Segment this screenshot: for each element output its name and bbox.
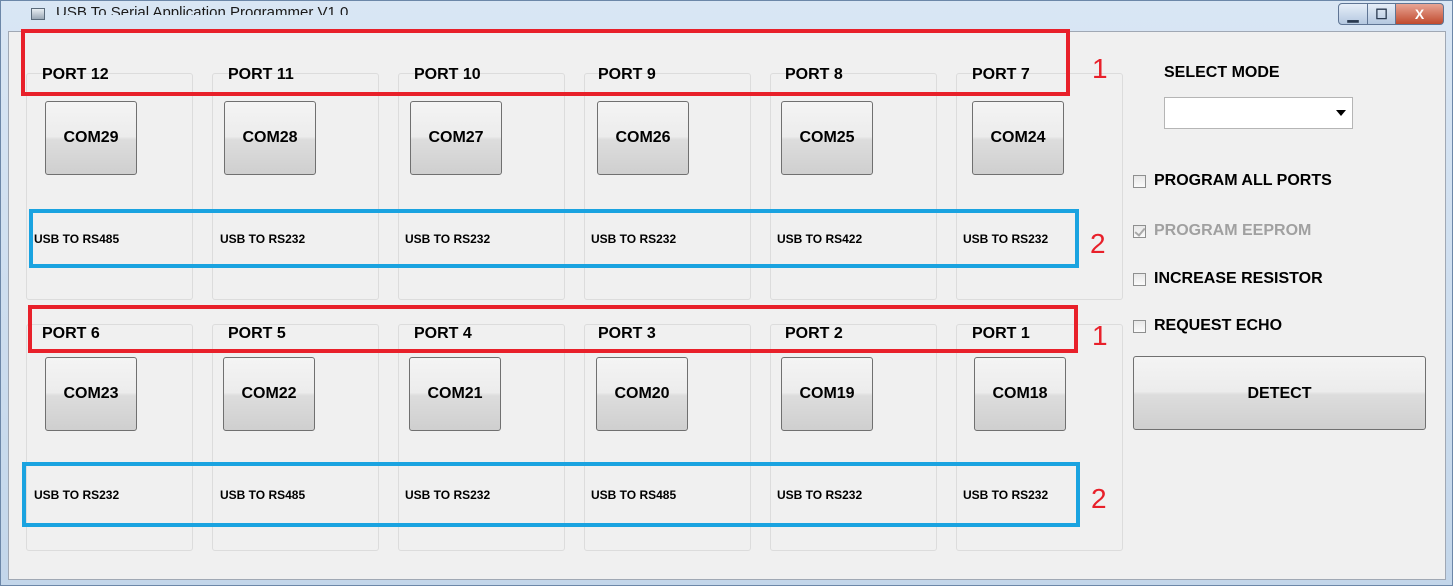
- checkbox-box[interactable]: [1133, 319, 1146, 333]
- select-mode-label: SELECT MODE: [1164, 64, 1280, 81]
- client-area: PORT 12 PORT 11 PORT 10 PORT 9 PORT 8 PO…: [8, 29, 1446, 580]
- checkbox-label: PROGRAM ALL PORTS: [1154, 172, 1332, 189]
- com-button[interactable]: COM26: [597, 101, 689, 175]
- chevron-down-icon: [1336, 110, 1346, 116]
- checkbox-box[interactable]: [1133, 174, 1146, 188]
- request-echo-checkbox[interactable]: REQUEST ECHO: [1133, 317, 1282, 335]
- com-button[interactable]: COM22: [223, 357, 315, 431]
- com-button[interactable]: COM24: [972, 101, 1064, 175]
- com-button[interactable]: COM20: [596, 357, 688, 431]
- window-title: USB To Serial Application Programmer V1.…: [56, 4, 349, 15]
- annotation-box-port-labels-bottom: [28, 305, 1078, 353]
- increase-resistor-checkbox[interactable]: INCREASE RESISTOR: [1133, 270, 1323, 288]
- maximize-button[interactable]: ☐: [1368, 3, 1396, 25]
- com-button[interactable]: COM28: [224, 101, 316, 175]
- com-button[interactable]: COM21: [409, 357, 501, 431]
- window-controls: ▁ ☐ X: [1338, 3, 1444, 25]
- annotation-box-types-bottom: [22, 462, 1080, 527]
- checkbox-box: [1133, 224, 1146, 238]
- annotation-number: 2: [1091, 483, 1107, 514]
- app-window: USB To Serial Application Programmer V1.…: [0, 0, 1453, 586]
- annotation-box-port-labels-top: [21, 29, 1070, 96]
- annotation-box-types-top: [29, 209, 1079, 268]
- minimize-button[interactable]: ▁: [1338, 3, 1368, 25]
- title-bar[interactable]: USB To Serial Application Programmer V1.…: [1, 1, 1452, 31]
- com-button[interactable]: COM27: [410, 101, 502, 175]
- annotation-number: 1: [1092, 53, 1108, 84]
- checkbox-box[interactable]: [1133, 272, 1146, 286]
- program-eeprom-checkbox: PROGRAM EEPROM: [1133, 222, 1311, 240]
- com-button[interactable]: COM25: [781, 101, 873, 175]
- checkbox-label: INCREASE RESISTOR: [1154, 270, 1323, 287]
- app-icon: [31, 8, 45, 20]
- com-button[interactable]: COM29: [45, 101, 137, 175]
- com-button[interactable]: COM18: [974, 357, 1066, 431]
- com-button[interactable]: COM19: [781, 357, 873, 431]
- checkbox-label: PROGRAM EEPROM: [1154, 222, 1312, 239]
- select-mode-dropdown[interactable]: [1164, 97, 1353, 129]
- detect-button[interactable]: DETECT: [1133, 356, 1426, 430]
- annotation-number: 2: [1090, 228, 1106, 259]
- close-button[interactable]: X: [1396, 3, 1444, 25]
- program-all-ports-checkbox[interactable]: PROGRAM ALL PORTS: [1133, 172, 1332, 190]
- annotation-number: 1: [1092, 320, 1108, 351]
- checkbox-label: REQUEST ECHO: [1154, 317, 1283, 334]
- com-button[interactable]: COM23: [45, 357, 137, 431]
